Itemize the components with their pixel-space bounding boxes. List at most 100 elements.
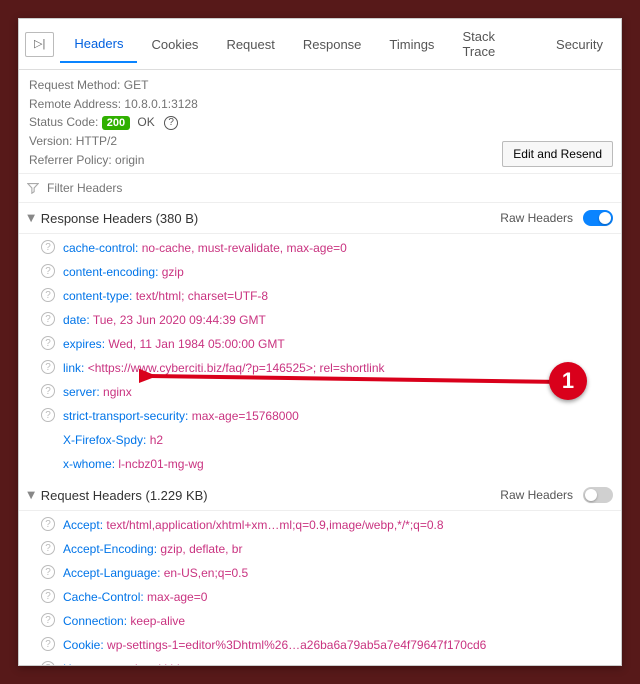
header-key: X-Firefox-Spdy <box>63 433 143 447</box>
header-help-icon[interactable]: ? <box>41 264 55 278</box>
header-value: nginx <box>103 385 132 399</box>
header-key: link <box>63 361 81 375</box>
header-key: date <box>63 313 86 327</box>
remote-address-value: 10.8.0.1:3128 <box>124 97 197 111</box>
header-help-icon[interactable]: ? <box>41 661 55 666</box>
tab-headers[interactable]: Headers <box>60 26 137 63</box>
funnel-icon <box>27 182 39 194</box>
edit-resend-button[interactable]: Edit and Resend <box>502 141 613 167</box>
request-headers-heading[interactable]: ▶ Request Headers (1.229 KB) Raw Headers <box>19 480 621 511</box>
header-key: Cookie <box>63 638 100 652</box>
header-value: text/html,application/xhtml+xm…ml;q=0.9,… <box>106 518 443 532</box>
header-help-icon[interactable]: ? <box>41 408 55 422</box>
version-label: Version: <box>29 134 72 148</box>
header-row: ? link: <https://www.cyberciti.biz/faq/?p… <box>19 356 621 380</box>
header-value: <https://www.cyberciti.biz/faq/?p=146525… <box>88 361 385 375</box>
header-kv: cache-control: no-cache, must-revalidate… <box>63 239 347 257</box>
header-key: strict-transport-security <box>63 409 185 423</box>
header-value: wp-settings-1=editor%3Dhtml%26…a26ba6a79… <box>107 638 486 652</box>
header-kv: Accept-Encoding: gzip, deflate, br <box>63 540 242 558</box>
header-value: keep-alive <box>130 614 185 628</box>
header-help-icon[interactable]: ? <box>41 589 55 603</box>
header-help-icon[interactable]: ? <box>41 288 55 302</box>
header-row: ? cache-control: no-cache, must-revalidat… <box>19 236 621 260</box>
header-row: ?content-encoding: gzip <box>19 260 621 284</box>
header-value: h2 <box>150 433 163 447</box>
tab-request[interactable]: Request <box>212 27 288 62</box>
header-row: ? expires: Wed, 11 Jan 1984 05:00:00 GMT <box>19 332 621 356</box>
filter-headers-input[interactable] <box>45 180 613 196</box>
header-kv: server: nginx <box>63 383 132 401</box>
header-key: server <box>63 385 96 399</box>
header-help-icon[interactable]: ? <box>41 541 55 555</box>
status-code-badge: 200 <box>102 116 130 130</box>
header-key: Cache-Control <box>63 590 140 604</box>
header-help-icon[interactable]: ? <box>41 565 55 579</box>
toggle-panel-icon[interactable]: ▷| <box>25 32 54 57</box>
header-help-icon[interactable]: ? <box>41 517 55 531</box>
response-headers-heading[interactable]: ▶ Response Headers (380 B) Raw Headers <box>19 203 621 234</box>
raw-headers-label: Raw Headers <box>500 211 573 225</box>
header-row: ?content-type: text/html; charset=UTF-8 <box>19 284 621 308</box>
remote-address-label: Remote Address: <box>29 97 121 111</box>
header-value: no-cache, must-revalidate, max-age=0 <box>142 241 347 255</box>
filter-bar <box>19 174 621 203</box>
referrer-policy-value: origin <box>115 153 144 167</box>
header-value: gzip, deflate, br <box>160 542 242 556</box>
header-key: cache-control <box>63 241 135 255</box>
header-help-icon[interactable]: ? <box>41 360 55 374</box>
tab-cookies[interactable]: Cookies <box>137 27 212 62</box>
header-help-icon[interactable]: ? <box>41 240 55 254</box>
header-row: ?Accept: text/html,application/xhtml+xm…… <box>19 513 621 537</box>
header-kv: Accept-Language: en-US,en;q=0.5 <box>63 564 248 582</box>
header-value: www.cyberciti.biz <box>94 662 185 666</box>
header-value: max-age=0 <box>147 590 207 604</box>
status-code-label: Status Code: <box>29 115 98 129</box>
header-kv: link: <https://www.cyberciti.biz/faq/?p=… <box>63 359 385 377</box>
header-row: ? Connection: keep-alive <box>19 609 621 633</box>
header-row: ? server: nginx <box>19 380 621 404</box>
header-kv: Connection: keep-alive <box>63 612 185 630</box>
header-row: ?Cache-Control: max-age=0 <box>19 585 621 609</box>
header-value: Wed, 11 Jan 1984 05:00:00 GMT <box>108 337 284 351</box>
header-key: Accept-Language <box>63 566 157 580</box>
header-help-icon[interactable]: ? <box>41 312 55 326</box>
request-headers-title: Request Headers (1.229 KB) <box>41 488 495 503</box>
chevron-down-icon: ▶ <box>25 215 36 223</box>
tabs-bar: ▷| Headers Cookies Request Response Timi… <box>19 19 621 70</box>
header-key: expires <box>63 337 102 351</box>
status-help-icon[interactable]: ? <box>164 116 178 130</box>
response-raw-toggle[interactable] <box>583 210 613 226</box>
tab-stack-trace[interactable]: Stack Trace <box>448 19 542 69</box>
header-help-icon[interactable]: ? <box>41 384 55 398</box>
header-kv: expires: Wed, 11 Jan 1984 05:00:00 GMT <box>63 335 285 353</box>
header-key: Accept <box>63 518 100 532</box>
referrer-policy-label: Referrer Policy: <box>29 153 112 167</box>
header-help-icon[interactable]: ? <box>41 336 55 350</box>
header-help-icon[interactable]: ? <box>41 637 55 651</box>
header-help-icon[interactable]: ? <box>41 613 55 627</box>
response-headers-title: Response Headers (380 B) <box>41 211 495 226</box>
header-value: en-US,en;q=0.5 <box>164 566 248 580</box>
tab-response[interactable]: Response <box>289 27 376 62</box>
header-row: ?X-Firefox-Spdy: h2 <box>19 428 621 452</box>
header-kv: x-whome: l-ncbz01-mg-wg <box>63 455 204 473</box>
header-kv: Cookie: wp-settings-1=editor%3Dhtml%26…a… <box>63 636 486 654</box>
header-key: Connection <box>63 614 124 628</box>
chevron-down-icon: ▶ <box>25 492 36 500</box>
header-row: ?Host: www.cyberciti.biz <box>19 657 621 666</box>
tab-timings[interactable]: Timings <box>375 27 448 62</box>
header-kv: strict-transport-security: max-age=15768… <box>63 407 299 425</box>
header-kv: X-Firefox-Spdy: h2 <box>63 431 163 449</box>
header-value: gzip <box>162 265 184 279</box>
header-row: ? Accept-Language: en-US,en;q=0.5 <box>19 561 621 585</box>
header-key: content-encoding <box>63 265 155 279</box>
request-method-value: GET <box>124 78 149 92</box>
network-details-panel: ▷| Headers Cookies Request Response Timi… <box>18 18 622 666</box>
header-value: text/html; charset=UTF-8 <box>136 289 268 303</box>
request-method-label: Request Method: <box>29 78 120 92</box>
response-headers-list: 1 ?cache-control: no-cache, must-revalid… <box>19 234 621 480</box>
tab-security[interactable]: Security <box>542 27 617 62</box>
status-text: OK <box>137 115 154 129</box>
request-raw-toggle[interactable] <box>583 487 613 503</box>
